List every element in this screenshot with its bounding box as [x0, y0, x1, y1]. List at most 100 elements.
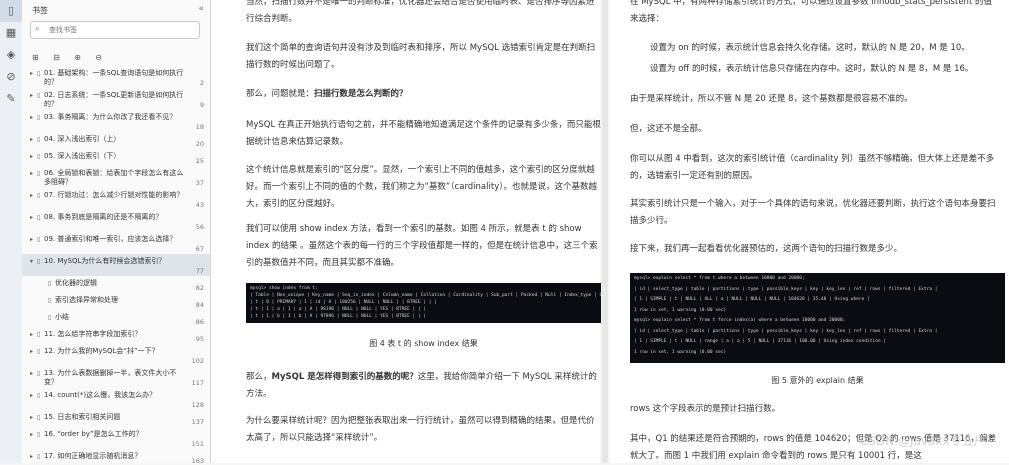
- chevron-right-icon[interactable]: ▸: [30, 430, 33, 439]
- chevron-right-icon[interactable]: ▸: [30, 113, 33, 122]
- bookmark-item[interactable]: ▸ ▯ 09. 普通索引和唯一索引，应该怎么选择？ 67: [22, 232, 210, 254]
- terminal-line: | t | 1 | a | 1 | a | A | 98190 | NULL |…: [250, 307, 427, 312]
- chevron-right-icon[interactable]: ▸: [30, 69, 33, 78]
- collapse-all-icon[interactable]: ⊟: [53, 53, 67, 62]
- bookmark-subitem[interactable]: ▯ 优化器的逻辑 82: [22, 276, 210, 293]
- vertical-scrollbar[interactable]: [602, 0, 608, 463]
- paragraph: 我们这个简单的查询语句并没有涉及到临时表和排序，所以 MySQL 选错索引肯定是…: [246, 43, 596, 70]
- bookmark-item[interactable]: ▸ ▯ 01. 基础架构：一条SQL查询语句是如何执行的？ 2: [22, 66, 210, 88]
- bookmark-page-number: 20: [195, 140, 204, 148]
- bookmark-subitem[interactable]: ▯ 小结 86: [22, 310, 210, 327]
- bookmark-page-number: 18: [195, 123, 204, 131]
- layers-icon[interactable]: ◈: [0, 44, 22, 66]
- bookmark-icon: ▯: [48, 297, 52, 304]
- bookmark-item[interactable]: ▸ ▯ 02. 日志系统：一条SQL更新语句是如何执行的？ 9: [22, 88, 210, 110]
- chevron-right-icon[interactable]: ▸: [30, 413, 33, 422]
- paragraph: 那么，问题就是：扫描行数是怎么判断的？: [246, 86, 601, 103]
- chevron-right-icon[interactable]: ▸: [30, 347, 33, 356]
- bookmark-item[interactable]: ▸ ▯ 03. 事务隔离：为什么你改了我还看不见？ 18: [22, 110, 210, 132]
- attachment-icon[interactable]: ⊘: [0, 66, 22, 88]
- paragraph: rows 这个字段表示的是预计扫描行数。: [630, 404, 781, 414]
- paragraph: 你可以从图 4 中看到，这次的索引统计值（cardinality 列）虽然不够精…: [630, 154, 995, 181]
- bookmark-icon: ▯: [37, 114, 41, 121]
- delete-bookmark-icon[interactable]: ⊖: [95, 53, 109, 62]
- bookmark-title: 11. 怎么给字符串字段加索引？: [44, 330, 142, 338]
- bookmark-item[interactable]: ▸ ▯ 11. 怎么给字符串字段加索引？ 95: [22, 327, 210, 344]
- bookmark-item[interactable]: ▾ ▯ 10. MySQL为什么有时候会选错索引？ 77: [22, 254, 210, 276]
- sidebar-icon-rail: ▯ ▦ ◈ ⊘ ✎: [0, 0, 23, 463]
- chevron-right-icon[interactable]: ▸: [30, 369, 33, 378]
- bookmark-title: 01. 基础架构：一条SQL查询语句是如何执行的？: [44, 69, 184, 86]
- bookmark-title: 04. 深入浅出索引（上）: [44, 135, 121, 143]
- bookmark-page-number: 82: [195, 284, 204, 292]
- bookmark-item[interactable]: ▸ ▯ 12. 为什么我的MySQL会“抖”一下？ 102: [22, 344, 210, 366]
- bookmark-item[interactable]: ▸ ▯ 06. 全局锁和表锁：给表加个字段怎么有这么多阻碍？ 37: [22, 166, 210, 188]
- bookmark-icon[interactable]: ▯: [0, 0, 22, 22]
- chevron-right-icon[interactable]: ▸: [30, 213, 33, 222]
- chevron-right-icon[interactable]: ▸: [30, 452, 33, 461]
- bookmark-title: 13. 为什么表数据删掉一半，表文件大小不变？: [44, 369, 177, 386]
- terminal-line: 1 row in set, 1 warning (0.00 sec): [634, 307, 727, 313]
- bookmark-title: 16. “order by”是怎么工作的？: [44, 430, 143, 438]
- bookmark-icon: ▯: [37, 170, 41, 177]
- paragraph: 设置为 on 的时候，表示统计信息会持久化存储。这时，默认的 N 是 20，M …: [650, 43, 970, 53]
- bookmark-icon: ▯: [37, 214, 41, 221]
- bookmark-item[interactable]: ▸ ▯ 15. 日志和索引相关问题 137: [22, 410, 210, 427]
- chevron-right-icon[interactable]: ▸: [30, 135, 33, 144]
- paragraph: 设置为 off 的时候，表示统计信息只存储在内存中。这时，默认的 N 是 8，M…: [650, 64, 974, 74]
- signature-icon[interactable]: ✎: [0, 88, 22, 110]
- text-run: 那么，: [246, 372, 272, 382]
- bookmark-title: 12. 为什么我的MySQL会“抖”一下？: [44, 347, 159, 355]
- bookmark-item[interactable]: ▸ ▯ 17. 如何正确地显示随机消息？ 163: [22, 449, 210, 463]
- paragraph: 由于是采样统计，所以不管 N 是 20 还是 8，这个基数都是很容易不准的。: [630, 94, 913, 104]
- bookmark-page-number: 86: [195, 318, 204, 326]
- bookmark-page-number: 137: [191, 418, 204, 426]
- panel-title: 书签: [32, 6, 48, 15]
- bookmark-item[interactable]: ▸ ▯ 07. 行锁功过：怎么减少行锁对性能的影响？ 43: [22, 188, 210, 210]
- paragraph: 当然，扫描行数并不是唯一的判断标准，优化器还会结合是否使用临时表、是否排序等因素…: [246, 0, 595, 24]
- bookmark-icon: ▯: [37, 431, 41, 438]
- bookmark-panel: 书签 « ⌕ ⊞ ⊟ ⊕ ⊖ ▸ ▯ 01. 基础架构：一条SQL查询语句是如何执行…: [22, 0, 211, 463]
- paragraph: MySQL 在真正开始执行语句之前，并不能精确地知道满足这个条件的记录有多少条，…: [246, 120, 601, 147]
- paragraph: 但，这还不是全部。: [630, 124, 707, 134]
- paragraph: 接下来，我们再一起看看优化器预估的，这两个语句的扫描行数是多少。: [630, 244, 903, 254]
- bookmark-icon: ▯: [37, 348, 41, 355]
- bookmark-item[interactable]: ▸ ▯ 13. 为什么表数据删掉一半，表文件大小不变？ 117: [22, 366, 210, 388]
- bookmark-search[interactable]: ⌕: [30, 21, 200, 39]
- thumbnail-icon[interactable]: ▦: [0, 22, 22, 44]
- bookmark-item[interactable]: ▸ ▯ 05. 深入浅出索引（下） 25: [22, 149, 210, 166]
- bookmark-tree: ▸ ▯ 01. 基础架构：一条SQL查询语句是如何执行的？ 2 ▸ ▯ 02. 日志系统：一…: [22, 62, 210, 463]
- bookmark-item[interactable]: ▸ ▯ 14. count(*)这么慢，我该怎么办？ 128: [22, 388, 210, 410]
- bookmark-item[interactable]: ▸ ▯ 08. 事务到底是隔离的还是不隔离的？ 56: [22, 210, 210, 232]
- expand-all-icon[interactable]: ⊞: [32, 53, 46, 62]
- bookmark-icon: ▯: [37, 258, 41, 265]
- bookmark-icon: ▯: [37, 453, 41, 460]
- paragraph: 那么，MySQL 是怎样得到索引的基数的呢？这里，我给你简单介绍一下 MySQL…: [246, 369, 601, 403]
- chevron-down-icon[interactable]: ▾: [30, 257, 33, 266]
- chevron-right-icon[interactable]: ▸: [30, 191, 33, 200]
- bookmark-title: 17. 如何正确地显示随机消息？: [44, 452, 142, 460]
- collapse-panel-icon[interactable]: «: [198, 4, 204, 14]
- chevron-right-icon[interactable]: ▸: [30, 91, 33, 100]
- bookmark-title: 06. 全局锁和表锁：给表加个字段怎么有这么多阻碍？: [44, 169, 184, 186]
- paragraph: 为什么要采样统计呢？因为把整张表取出来一行行统计，虽然可以得到精确的结果，但是代…: [246, 416, 595, 443]
- terminal-line: | t | 0 | PRIMARY | 1 | id | A | 100256 …: [250, 300, 437, 305]
- chevron-right-icon[interactable]: ▸: [30, 330, 33, 339]
- bookmark-title: 02. 日志系统：一条SQL更新语句是如何执行的？: [44, 91, 184, 108]
- bookmark-subitem[interactable]: ▯ 索引选择异常和处理 84: [22, 293, 210, 310]
- document-page-right: 在 MySQL 中，有两种存储索引统计的方式，可以通过设置参数 innodb_s…: [610, 0, 1009, 463]
- bookmark-icon: ▯: [37, 153, 41, 160]
- bookmark-item[interactable]: ▸ ▯ 04. 深入浅出索引（上） 20: [22, 132, 210, 149]
- chevron-right-icon[interactable]: ▸: [30, 169, 33, 178]
- chevron-right-icon[interactable]: ▸: [30, 235, 33, 244]
- bookmark-item[interactable]: ▸ ▯ 16. “order by”是怎么工作的？ 151: [22, 427, 210, 449]
- chevron-right-icon[interactable]: ▸: [30, 152, 33, 161]
- document-page-left: 当然，扫描行数并不是唯一的判断标准，优化器还会结合是否使用临时表、是否排序等因素…: [211, 0, 601, 463]
- bookmark-page-number: 2: [199, 79, 204, 87]
- search-input[interactable]: [49, 24, 194, 36]
- add-bookmark-icon[interactable]: ⊕: [74, 53, 88, 62]
- bookmark-icon: ▯: [48, 314, 52, 321]
- paragraph: 在 MySQL 中，有两种存储索引统计的方式，可以通过设置参数 innodb_s…: [630, 0, 992, 24]
- chevron-right-icon[interactable]: ▸: [30, 391, 33, 400]
- bookmark-icon: ▯: [37, 392, 41, 399]
